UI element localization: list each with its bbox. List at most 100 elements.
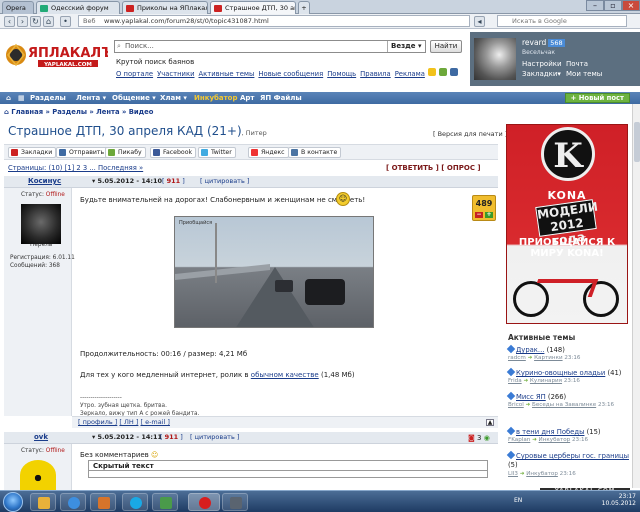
topic-author[interactable]: LII3 bbox=[508, 471, 518, 477]
share-bookmarks[interactable]: Закладки bbox=[8, 147, 57, 158]
feed-icon[interactable] bbox=[439, 68, 447, 76]
link-new-messages[interactable]: Новые сообщения bbox=[258, 70, 323, 78]
site-logo[interactable]: ЯПЛАКАЛЪ YAPLAKAL.COM bbox=[4, 40, 113, 70]
share-twitter[interactable]: Twitter bbox=[198, 147, 236, 158]
site-search-input[interactable]: ⌕ Поиск... Везде ▾ bbox=[114, 40, 426, 53]
maximize-button[interactable]: ▫ bbox=[604, 0, 622, 11]
taskbar-game[interactable] bbox=[222, 493, 248, 511]
scrollbar-thumb[interactable] bbox=[634, 122, 640, 162]
scroll-up-icon[interactable]: ▲ bbox=[486, 419, 494, 426]
topic-section[interactable]: Беседы на Завалинке bbox=[532, 402, 596, 408]
my-topics-link[interactable]: Мои темы bbox=[566, 70, 602, 78]
home-icon[interactable]: ⌂ bbox=[43, 16, 54, 27]
settings-link[interactable]: Настройки bbox=[522, 60, 562, 68]
taskbar-skype[interactable] bbox=[122, 493, 148, 511]
key-icon[interactable]: • bbox=[60, 16, 71, 27]
topic-name[interactable]: Мисс ЯП bbox=[516, 393, 546, 401]
page-scrollbar[interactable] bbox=[632, 104, 640, 488]
link-portal[interactable]: О портале bbox=[116, 70, 153, 78]
link-rules[interactable]: Правила bbox=[360, 70, 391, 78]
taskbar-monitor[interactable] bbox=[152, 493, 178, 511]
reply-poll-links[interactable]: [ ОТВЕТИТЬ ] [ ОПРОС ] bbox=[386, 164, 481, 172]
radiation-avatar-icon[interactable] bbox=[20, 460, 56, 490]
nav-sections[interactable]: Разделы bbox=[30, 93, 66, 103]
nav-home-icon[interactable]: ⌂ bbox=[6, 93, 11, 103]
link-help[interactable]: Помощь bbox=[327, 70, 356, 78]
tab-current-topic[interactable]: Страшное ДТП, 30 апреля К bbox=[210, 1, 296, 14]
post-author[interactable]: ovk bbox=[34, 433, 48, 441]
normal-quality-link[interactable]: обычном качестве bbox=[251, 371, 319, 379]
forward-icon[interactable]: › bbox=[17, 16, 28, 27]
author-avatar[interactable] bbox=[21, 204, 61, 244]
crumb-home[interactable]: Главная bbox=[11, 108, 43, 116]
nav-feed[interactable]: Лента ▾ bbox=[76, 93, 106, 103]
nav-incubator[interactable]: Инкубатор bbox=[194, 93, 238, 103]
active-topic-item[interactable]: в тени дня Победы (15) bbox=[506, 426, 601, 436]
active-topic-item[interactable]: Курино-овощные оладьи (41) bbox=[506, 367, 621, 377]
google-search-field[interactable]: Искать в Google bbox=[497, 15, 627, 27]
topic-name[interactable]: в тени дня Победы bbox=[516, 428, 584, 436]
taskbar-opera[interactable] bbox=[188, 493, 220, 511]
video-player[interactable]: Приобщайся bbox=[174, 216, 374, 328]
link-active-topics[interactable]: Активные темы bbox=[198, 70, 254, 78]
nav-junk[interactable]: Хлам ▾ bbox=[160, 93, 187, 103]
active-topic-item[interactable]: Мисс ЯП (266) bbox=[506, 391, 566, 401]
quote-link[interactable]: [ цитировать ] bbox=[200, 177, 249, 185]
pagination[interactable]: Страницы: (10) [1] 2 3 ... Последняя » bbox=[8, 164, 143, 172]
topic-section[interactable]: Картинки bbox=[534, 355, 563, 361]
rate-up-button[interactable]: + bbox=[485, 212, 493, 218]
topic-name[interactable]: Курино-овощные оладьи bbox=[516, 369, 605, 377]
speed-dial-icon[interactable]: ◂ bbox=[474, 16, 485, 27]
crumb-feed[interactable]: Лента bbox=[96, 108, 119, 116]
post-author[interactable]: Косинус bbox=[28, 177, 61, 185]
search-button[interactable]: Найти bbox=[430, 40, 462, 53]
profile-link[interactable]: [ профиль ] bbox=[78, 418, 117, 426]
print-version-link[interactable]: [ Версия для печати ] bbox=[433, 130, 507, 138]
back-icon[interactable]: ‹ bbox=[4, 16, 15, 27]
kona-ad-banner[interactable]: KONA МОДЕЛИ 2012 года ПРИОБЩАЙСЯ К МИРУ … bbox=[506, 124, 628, 324]
active-topic-item[interactable]: Дурак... (148) bbox=[506, 344, 565, 354]
user-avatar[interactable] bbox=[474, 38, 516, 80]
topic-name[interactable]: Дурак... bbox=[516, 346, 544, 354]
bookmarks-link[interactable]: Закладки▾ bbox=[522, 70, 561, 78]
address-field[interactable]: Веб www.yaplakal.com/forum28/st/0/topic43… bbox=[78, 15, 470, 27]
taskbar-media[interactable] bbox=[90, 493, 116, 511]
minimize-button[interactable]: – bbox=[586, 0, 604, 11]
new-post-button[interactable]: + Новый пост bbox=[564, 93, 630, 103]
share-vkontakte[interactable]: В контакте bbox=[288, 147, 342, 158]
topic-author[interactable]: Bricol bbox=[508, 402, 524, 408]
mail-link[interactable]: Почта bbox=[566, 60, 588, 68]
new-tab-button[interactable]: + bbox=[298, 1, 310, 14]
crumb-video[interactable]: Видео bbox=[129, 108, 154, 116]
topic-section[interactable]: Кулинария bbox=[530, 378, 562, 384]
pm-link[interactable]: [ ЛН ] bbox=[119, 418, 138, 426]
pagination-text[interactable]: Страницы: (10) [1] 2 3 ... Последняя » bbox=[8, 164, 143, 172]
nav-communication[interactable]: Общение ▾ bbox=[112, 93, 156, 103]
tab-yaplakal-main[interactable]: Приколы на ЯПлакалъ bbox=[122, 1, 208, 14]
close-window-button[interactable]: × bbox=[622, 0, 640, 11]
taskbar-ie[interactable] bbox=[60, 493, 86, 511]
tab-odessa-forum[interactable]: Одесский форум bbox=[36, 1, 120, 14]
share-send[interactable]: Отправить bbox=[56, 147, 109, 158]
nav-art[interactable]: Арт bbox=[240, 93, 255, 103]
active-topic-item[interactable]: Суровые церберы гос. границы bbox=[506, 450, 629, 460]
topic-name[interactable]: Суровые церберы гос. границы bbox=[516, 452, 629, 460]
link-ads[interactable]: Реклама bbox=[395, 70, 425, 78]
email-link[interactable]: [ e-mail ] bbox=[140, 418, 169, 426]
share-yandex[interactable]: Яндекс bbox=[248, 147, 289, 158]
nav-files[interactable]: ЯП Файлы bbox=[260, 93, 302, 103]
post-id-link[interactable]: [ 911 ] bbox=[160, 433, 183, 441]
username[interactable]: revard 568 bbox=[522, 38, 565, 47]
taskbar-explorer[interactable] bbox=[30, 493, 56, 511]
share-pikabu[interactable]: Пикабу bbox=[105, 147, 146, 158]
star-icon[interactable] bbox=[428, 68, 436, 76]
bookmark-icon[interactable] bbox=[450, 68, 458, 76]
spoiler-block[interactable]: Скрытый текст bbox=[88, 460, 488, 478]
rate-down-button[interactable]: − bbox=[475, 212, 483, 218]
start-button[interactable] bbox=[3, 492, 23, 512]
system-clock[interactable]: 23:17 10.05.2012 bbox=[602, 493, 636, 507]
topic-author[interactable]: FKaplan bbox=[508, 437, 530, 443]
topic-author[interactable]: Frida bbox=[508, 378, 522, 384]
topic-section[interactable]: Инкубатор bbox=[526, 471, 558, 477]
opera-menu-button[interactable]: Opera bbox=[2, 1, 34, 14]
